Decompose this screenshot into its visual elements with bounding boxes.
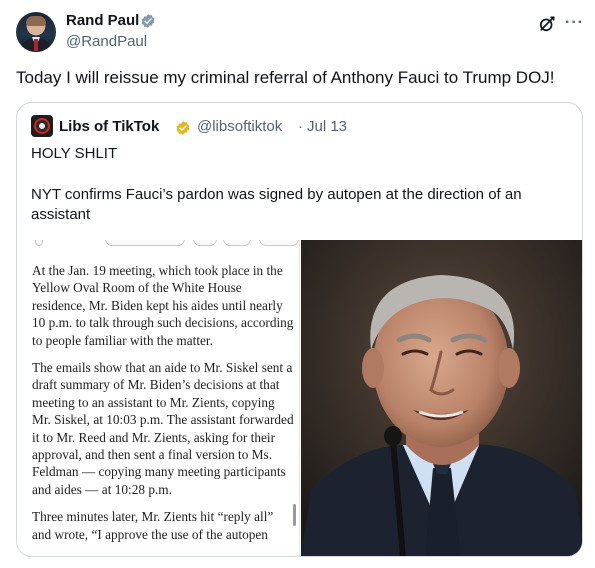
quoted-avatar[interactable] <box>31 115 53 137</box>
article-paragraph: Three minutes later, Mr. Zients hit “rep… <box>32 509 274 542</box>
scrollbar[interactable] <box>293 504 296 526</box>
separator-dot: · <box>298 118 303 135</box>
tweet[interactable]: Rand Paul @RandPaul ··· Today I will rei… <box>0 0 595 568</box>
quoted-author-handle[interactable]: @libsoftiktok <box>197 118 282 135</box>
author-avatar[interactable] <box>16 12 56 52</box>
verified-badge-icon <box>141 14 155 28</box>
quoted-author-name[interactable]: Libs of TikTok <box>59 118 159 135</box>
article-toolbar <box>17 240 299 248</box>
quoted-text-line2: NYT confirms Fauci’s pardon was signed b… <box>31 186 522 223</box>
portrait-photo <box>301 240 582 556</box>
grok-icon[interactable] <box>537 14 557 34</box>
more-icon[interactable]: ··· <box>565 15 584 31</box>
article-paragraph: The emails show that an aide to Mr. Sisk… <box>32 360 294 497</box>
verified-badge-icon <box>176 121 190 135</box>
article-text: At the Jan. 19 meeting, which took place… <box>32 262 294 553</box>
article-screenshot-image[interactable]: At the Jan. 19 meeting, which took place… <box>17 240 300 556</box>
author-name[interactable]: Rand Paul <box>66 12 139 29</box>
article-paragraph: At the Jan. 19 meeting, which took place… <box>32 263 294 348</box>
tweet-text: Today I will reissue my criminal referra… <box>16 68 555 87</box>
fauci-photo[interactable] <box>301 240 582 556</box>
quoted-date[interactable]: Jul 13 <box>307 118 347 135</box>
quoted-tweet[interactable]: Libs of TikTok @libsoftiktok · Jul 13 HO… <box>16 102 583 557</box>
author-handle[interactable]: @RandPaul <box>66 33 147 50</box>
quoted-text-line1: HOLY SHLIT <box>31 145 118 162</box>
